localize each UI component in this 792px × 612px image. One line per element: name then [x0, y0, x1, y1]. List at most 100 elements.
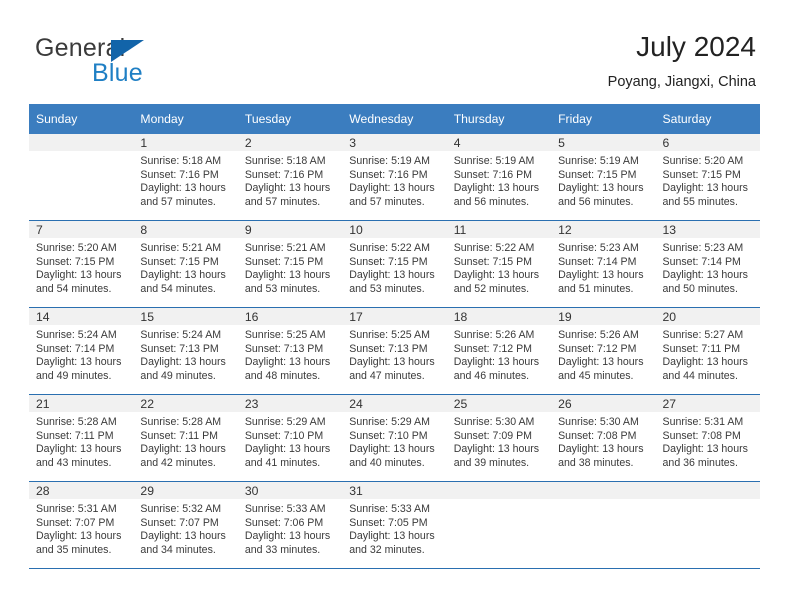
daylight-text-line2: and 54 minutes.	[140, 282, 216, 295]
day-details: Sunrise: 5:18 AM Sunset: 7:16 PM Dayligh…	[238, 151, 342, 209]
page-title: July 2024	[636, 31, 756, 62]
sunset-text: Sunset: 7:14 PM	[36, 342, 115, 355]
day-cell-inner: 2 Sunrise: 5:18 AM Sunset: 7:16 PM Dayli…	[237, 134, 343, 220]
day-cell[interactable]: 7 Sunrise: 5:20 AM Sunset: 7:15 PM Dayli…	[29, 221, 134, 308]
day-cell[interactable]: 30 Sunrise: 5:33 AM Sunset: 7:06 PM Dayl…	[237, 482, 343, 569]
day-cell[interactable]: 3 Sunrise: 5:19 AM Sunset: 7:16 PM Dayli…	[342, 134, 447, 221]
day-cell[interactable]: 25 Sunrise: 5:30 AM Sunset: 7:09 PM Dayl…	[446, 395, 552, 482]
day-details: Sunrise: 5:33 AM Sunset: 7:05 PM Dayligh…	[342, 499, 446, 557]
day-details: Sunrise: 5:18 AM Sunset: 7:16 PM Dayligh…	[133, 151, 237, 209]
sunset-text: Sunset: 7:12 PM	[558, 342, 637, 355]
day-cell[interactable]: 21 Sunrise: 5:28 AM Sunset: 7:11 PM Dayl…	[29, 395, 134, 482]
sunrise-text: Sunrise: 5:21 AM	[140, 242, 222, 254]
day-cell[interactable]: 17 Sunrise: 5:25 AM Sunset: 7:13 PM Dayl…	[342, 308, 447, 395]
sunrise-text: Sunrise: 5:31 AM	[36, 503, 117, 515]
day-cell-inner: 18 Sunrise: 5:26 AM Sunset: 7:12 PM Dayl…	[446, 308, 552, 394]
daylight-text-line1: Daylight: 13 hours	[662, 269, 748, 282]
day-number: 29	[133, 482, 238, 499]
day-cell[interactable]: 12 Sunrise: 5:23 AM Sunset: 7:14 PM Dayl…	[551, 221, 656, 308]
sunset-text: Sunset: 7:14 PM	[558, 255, 637, 268]
day-details: Sunrise: 5:29 AM Sunset: 7:10 PM Dayligh…	[238, 412, 342, 470]
day-number: 24	[342, 395, 447, 412]
day-number: 20	[655, 308, 760, 325]
day-details: Sunrise: 5:19 AM Sunset: 7:15 PM Dayligh…	[551, 151, 655, 209]
day-details: Sunrise: 5:24 AM Sunset: 7:14 PM Dayligh…	[29, 325, 133, 383]
day-number: 23	[237, 395, 343, 412]
day-cell[interactable]: 16 Sunrise: 5:25 AM Sunset: 7:13 PM Dayl…	[237, 308, 343, 395]
daylight-text-line1: Daylight: 13 hours	[140, 269, 226, 282]
day-cell[interactable]: 20 Sunrise: 5:27 AM Sunset: 7:11 PM Dayl…	[655, 308, 760, 395]
weekday-header-sunday: Sunday	[29, 104, 134, 134]
day-cell[interactable]: 2 Sunrise: 5:18 AM Sunset: 7:16 PM Dayli…	[237, 134, 343, 221]
day-cell[interactable]: 19 Sunrise: 5:26 AM Sunset: 7:12 PM Dayl…	[551, 308, 656, 395]
sunset-text: Sunset: 7:08 PM	[558, 429, 637, 442]
daylight-text-line2: and 49 minutes.	[140, 369, 216, 382]
day-number: 13	[655, 221, 760, 238]
sunrise-sunset-calendar: Sunday Monday Tuesday Wednesday Thursday…	[29, 104, 760, 569]
day-cell-inner: 15 Sunrise: 5:24 AM Sunset: 7:13 PM Dayl…	[133, 308, 238, 394]
daylight-text-line1: Daylight: 13 hours	[349, 443, 435, 456]
day-cell[interactable]: 10 Sunrise: 5:22 AM Sunset: 7:15 PM Dayl…	[342, 221, 447, 308]
daylight-text-line2: and 40 minutes.	[349, 456, 425, 469]
day-details: Sunrise: 5:22 AM Sunset: 7:15 PM Dayligh…	[342, 238, 446, 296]
sunset-text: Sunset: 7:05 PM	[349, 516, 428, 529]
day-cell[interactable]: 31 Sunrise: 5:33 AM Sunset: 7:05 PM Dayl…	[342, 482, 447, 569]
day-cell[interactable]: 29 Sunrise: 5:32 AM Sunset: 7:07 PM Dayl…	[133, 482, 238, 569]
day-cell[interactable]: 23 Sunrise: 5:29 AM Sunset: 7:10 PM Dayl…	[237, 395, 343, 482]
day-cell[interactable]: 26 Sunrise: 5:30 AM Sunset: 7:08 PM Dayl…	[551, 395, 656, 482]
day-number: 22	[133, 395, 238, 412]
day-number: 3	[342, 134, 447, 151]
day-cell[interactable]: 15 Sunrise: 5:24 AM Sunset: 7:13 PM Dayl…	[133, 308, 238, 395]
day-cell[interactable]: 14 Sunrise: 5:24 AM Sunset: 7:14 PM Dayl…	[29, 308, 134, 395]
day-cell[interactable]: 18 Sunrise: 5:26 AM Sunset: 7:12 PM Dayl…	[446, 308, 552, 395]
sunset-text: Sunset: 7:12 PM	[453, 342, 533, 355]
sunset-text: Sunset: 7:16 PM	[140, 168, 219, 181]
day-cell-inner: 6 Sunrise: 5:20 AM Sunset: 7:15 PM Dayli…	[655, 134, 760, 220]
day-cell[interactable]	[655, 482, 760, 569]
day-cell[interactable]: 22 Sunrise: 5:28 AM Sunset: 7:11 PM Dayl…	[133, 395, 238, 482]
day-cell-inner: 24 Sunrise: 5:29 AM Sunset: 7:10 PM Dayl…	[342, 395, 447, 481]
day-cell-inner: 19 Sunrise: 5:26 AM Sunset: 7:12 PM Dayl…	[551, 308, 656, 394]
daylight-text-line1: Daylight: 13 hours	[662, 182, 748, 195]
sunrise-text: Sunrise: 5:28 AM	[36, 416, 117, 428]
day-cell-inner: 28 Sunrise: 5:31 AM Sunset: 7:07 PM Dayl…	[29, 482, 134, 568]
day-cell[interactable]	[29, 134, 134, 221]
weekday-header-tuesday: Tuesday	[237, 104, 343, 134]
sunrise-text: Sunrise: 5:20 AM	[36, 242, 117, 254]
day-cell[interactable]: 5 Sunrise: 5:19 AM Sunset: 7:15 PM Dayli…	[551, 134, 656, 221]
sunrise-text: Sunrise: 5:26 AM	[453, 329, 535, 341]
day-cell[interactable]: 28 Sunrise: 5:31 AM Sunset: 7:07 PM Dayl…	[29, 482, 134, 569]
daylight-text-line1: Daylight: 13 hours	[453, 269, 540, 282]
sunset-text: Sunset: 7:15 PM	[140, 255, 219, 268]
day-cell[interactable]: 1 Sunrise: 5:18 AM Sunset: 7:16 PM Dayli…	[133, 134, 238, 221]
day-cell-inner: 21 Sunrise: 5:28 AM Sunset: 7:11 PM Dayl…	[29, 395, 134, 481]
daylight-text-line2: and 34 minutes.	[140, 543, 216, 556]
day-cell-inner: 26 Sunrise: 5:30 AM Sunset: 7:08 PM Dayl…	[551, 395, 656, 481]
day-cell[interactable]: 9 Sunrise: 5:21 AM Sunset: 7:15 PM Dayli…	[237, 221, 343, 308]
day-cell[interactable]	[446, 482, 552, 569]
daylight-text-line2: and 43 minutes.	[36, 456, 112, 469]
day-cell[interactable]: 27 Sunrise: 5:31 AM Sunset: 7:08 PM Dayl…	[655, 395, 760, 482]
week-row: 28 Sunrise: 5:31 AM Sunset: 7:07 PM Dayl…	[29, 482, 760, 569]
daylight-text-line1: Daylight: 13 hours	[244, 269, 331, 282]
day-cell[interactable]: 4 Sunrise: 5:19 AM Sunset: 7:16 PM Dayli…	[446, 134, 552, 221]
day-cell-inner: 22 Sunrise: 5:28 AM Sunset: 7:11 PM Dayl…	[133, 395, 238, 481]
calendar-page: General Blue July 2024 Poyang, Jiangxi, …	[0, 0, 792, 612]
day-details	[29, 151, 133, 155]
daylight-text-line2: and 57 minutes.	[140, 195, 216, 208]
sunrise-text: Sunrise: 5:19 AM	[349, 155, 430, 167]
sunrise-text: Sunrise: 5:30 AM	[558, 416, 639, 428]
day-cell[interactable]: 8 Sunrise: 5:21 AM Sunset: 7:15 PM Dayli…	[133, 221, 238, 308]
day-cell[interactable]: 11 Sunrise: 5:22 AM Sunset: 7:15 PM Dayl…	[446, 221, 552, 308]
day-details: Sunrise: 5:24 AM Sunset: 7:13 PM Dayligh…	[133, 325, 237, 383]
daylight-text-line2: and 50 minutes.	[662, 282, 738, 295]
day-cell[interactable]: 24 Sunrise: 5:29 AM Sunset: 7:10 PM Dayl…	[342, 395, 447, 482]
day-cell[interactable]: 13 Sunrise: 5:23 AM Sunset: 7:14 PM Dayl…	[655, 221, 760, 308]
day-details: Sunrise: 5:31 AM Sunset: 7:07 PM Dayligh…	[29, 499, 133, 557]
day-cell[interactable]: 6 Sunrise: 5:20 AM Sunset: 7:15 PM Dayli…	[655, 134, 760, 221]
day-number: 8	[133, 221, 238, 238]
day-cell[interactable]	[551, 482, 656, 569]
title-block: July 2024 Poyang, Jiangxi, China	[608, 30, 756, 92]
day-number: 18	[446, 308, 552, 325]
sunset-text: Sunset: 7:16 PM	[349, 168, 428, 181]
